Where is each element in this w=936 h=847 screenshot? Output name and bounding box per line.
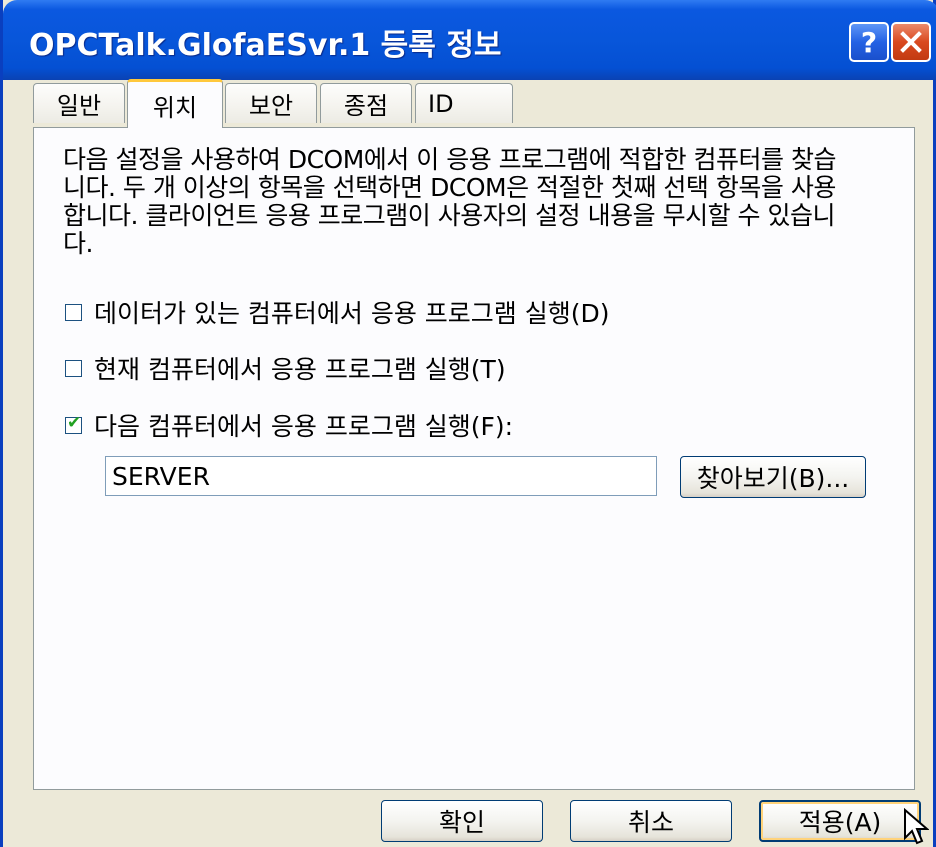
apply-button-label: 적용(A) [798,808,882,837]
title-bar[interactable]: OPCTalk.GlofaESvr.1 등록 정보 ? [3,0,936,80]
tab-identity-label: ID [428,89,454,118]
checkbox-run-on-this-computer[interactable] [65,359,82,377]
option-label: 현재 컴퓨터에서 응용 프로그램 실행(T) [94,355,506,384]
tab-location-label: 위치 [152,93,198,122]
option-label: 다음 컴퓨터에서 응용 프로그램 실행(F): [94,412,514,441]
description-line: 합니다. 클라이언트 응용 프로그램이 사용자의 설정 내용을 무시할 수 있습… [63,201,835,230]
tab-security[interactable]: 보안 [225,83,317,123]
computer-name-input[interactable] [105,456,657,496]
mouse-pointer-icon [904,808,929,845]
tab-identity[interactable]: ID [415,83,513,123]
tab-security-label: 보안 [248,92,294,120]
close-icon [900,31,922,53]
option-run-on-this-computer[interactable]: 현재 컴퓨터에서 응용 프로그램 실행(T) [65,352,506,384]
help-button[interactable]: ? [849,22,889,62]
window-title: OPCTalk.GlofaESvr.1 등록 정보 [29,28,502,63]
tab-location[interactable]: 위치 [127,79,223,128]
tab-endpoints-label: 종점 [343,92,389,120]
browse-button-label: 찾아보기(B)... [696,464,850,493]
checkbox-run-on-following-computer[interactable]: ✔ [65,413,82,434]
cancel-button[interactable]: 취소 [570,800,732,842]
description-line: 다음 설정을 사용하여 DCOM에서 이 응용 프로그램에 적합한 컴퓨터를 찾… [63,145,836,174]
ok-button-label: 확인 [438,808,485,837]
browse-button[interactable]: 찾아보기(B)... [680,456,866,498]
ok-button[interactable]: 확인 [381,800,543,842]
location-description: 다음 설정을 사용하여 DCOM에서 이 응용 프로그램에 적합한 컴퓨터를 찾… [63,146,903,258]
properties-dialog: OPCTalk.GlofaESvr.1 등록 정보 ? 일반 위치 보안 종점 … [0,0,936,847]
description-line: 다. [63,229,93,258]
close-button[interactable] [891,22,931,62]
tab-general-label: 일반 [56,92,102,120]
option-label: 데이터가 있는 컴퓨터에서 응용 프로그램 실행(D) [94,299,610,328]
tab-general[interactable]: 일반 [33,83,125,123]
option-run-on-following-computer[interactable]: ✔ 다음 컴퓨터에서 응용 프로그램 실행(F): [65,409,513,441]
checkbox-run-on-data-computer[interactable] [65,303,82,321]
apply-button[interactable]: 적용(A) [759,800,921,842]
description-line: 니다. 두 개 이상의 항목을 선택하면 DCOM은 적절한 첫째 선택 항목을… [63,173,836,202]
checkmark-icon: ✔ [67,412,82,433]
cancel-button-label: 취소 [627,808,674,837]
option-run-on-data-computer[interactable]: 데이터가 있는 컴퓨터에서 응용 프로그램 실행(D) [65,296,610,328]
tab-endpoints[interactable]: 종점 [320,83,412,123]
tab-strip: 일반 위치 보안 종점 ID [33,79,513,128]
help-icon: ? [860,25,878,59]
